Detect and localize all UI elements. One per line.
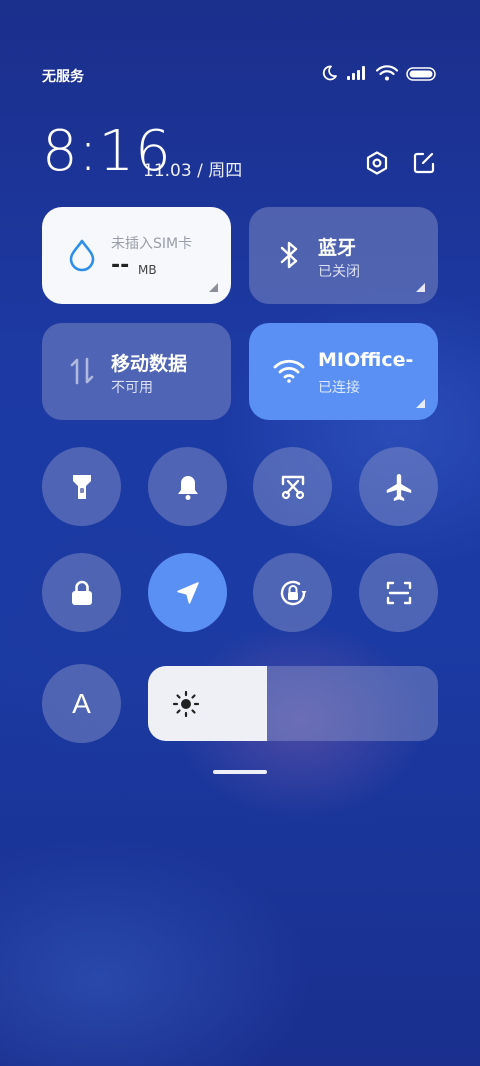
expand-corner-icon (416, 399, 425, 408)
lock-screen-toggle[interactable] (42, 553, 121, 632)
wifi-icon (375, 65, 399, 85)
wifi-status: 已连接 (318, 380, 360, 396)
water-drop-icon (66, 239, 98, 272)
wifi-tile[interactable]: MIOffice- 已连接 (249, 323, 438, 420)
expand-corner-icon (416, 283, 425, 292)
lock-icon (71, 580, 92, 605)
rotation-lock-toggle[interactable] (253, 553, 332, 632)
sun-icon (172, 690, 200, 718)
settings-icon (366, 151, 388, 175)
data-arrows-icon (66, 355, 98, 387)
settings-button[interactable] (362, 148, 392, 178)
location-toggle[interactable] (148, 553, 227, 632)
signal-icon (346, 65, 368, 85)
mobile-data-status: 不可用 (111, 380, 153, 396)
edit-button[interactable] (409, 148, 439, 178)
brightness-slider[interactable] (148, 666, 438, 741)
scan-icon (386, 581, 411, 604)
mobile-data-title: 移动数据 (111, 353, 188, 375)
wifi-network-name: MIOffice- (318, 349, 414, 371)
sim-status-label: 未插入SIM卡 (111, 236, 193, 252)
screenshot-toggle[interactable] (253, 447, 332, 526)
reading-mode-toggle[interactable]: A (42, 664, 121, 743)
expand-corner-icon (209, 283, 218, 292)
data-usage-unit: MB (138, 263, 157, 277)
scissors-icon (281, 475, 304, 499)
bluetooth-status: 已关闭 (318, 264, 360, 280)
flashlight-toggle[interactable] (42, 447, 121, 526)
flashlight-icon (72, 474, 91, 499)
bluetooth-title: 蓝牙 (318, 237, 357, 259)
rotation-lock-icon (280, 580, 306, 605)
data-usage-value: -- (111, 253, 130, 278)
status-icons (320, 64, 436, 86)
moon-icon (320, 64, 338, 86)
edit-icon (413, 152, 435, 174)
airplane-mode-toggle[interactable] (359, 447, 438, 526)
date-label: 11.03 / 周四 (143, 161, 243, 181)
home-indicator[interactable] (213, 770, 267, 774)
bell-icon (177, 475, 198, 500)
carrier-status: 无服务 (42, 69, 84, 85)
data-usage-tile[interactable]: 未插入SIM卡 -- MB (42, 207, 231, 304)
mute-toggle[interactable] (148, 447, 227, 526)
scanner-toggle[interactable] (359, 553, 438, 632)
bluetooth-icon (273, 239, 305, 271)
airplane-icon (386, 473, 411, 501)
wifi-icon (273, 355, 305, 387)
mobile-data-tile[interactable]: 移动数据 不可用 (42, 323, 231, 420)
brightness-fill (148, 666, 267, 741)
battery-icon (406, 66, 436, 85)
font-a-icon: A (72, 687, 91, 719)
location-arrow-icon (176, 581, 199, 604)
bluetooth-tile[interactable]: 蓝牙 已关闭 (249, 207, 438, 304)
